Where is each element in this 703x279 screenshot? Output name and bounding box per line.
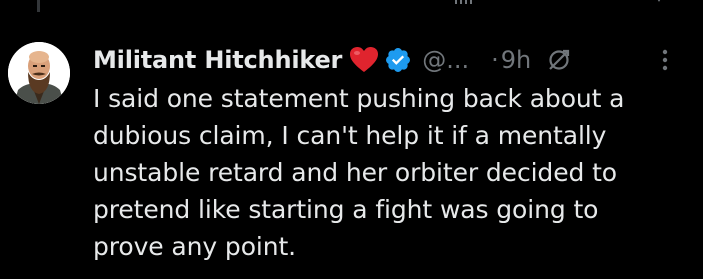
edited-pencil-icon[interactable] xyxy=(545,46,573,74)
more-options-icon[interactable] xyxy=(651,46,679,74)
tweet-text-line: pretend like starting a fight was going … xyxy=(93,195,599,224)
bookmark-icon[interactable] xyxy=(578,0,600,6)
timestamp[interactable]: 9h xyxy=(501,43,531,77)
share-icon[interactable] xyxy=(648,0,670,6)
tweet-text-line: prove any point. xyxy=(93,232,297,261)
separator-dot: · xyxy=(491,46,499,74)
tweet-text-line: I said one statement pushing back about … xyxy=(93,84,625,113)
views-icon[interactable] xyxy=(452,0,474,6)
retweet-icon[interactable] xyxy=(232,0,254,6)
tweet-text-line: unstable retard and her orbiter decided … xyxy=(93,158,617,187)
tweet-text: I said one statement pushing back about … xyxy=(93,80,693,265)
verified-badge-icon[interactable] xyxy=(384,46,412,74)
tweet-text-line: dubious claim, I can't help it if a ment… xyxy=(93,121,607,150)
previous-tweet-action-bar xyxy=(0,0,703,6)
tweet-header: Militant Hitchhiker @... · 9h xyxy=(93,40,573,80)
avatar[interactable] xyxy=(8,42,70,104)
display-name[interactable]: Militant Hitchhiker xyxy=(93,43,342,77)
user-handle[interactable]: @... xyxy=(422,43,469,77)
red-heart-emoji-icon xyxy=(349,46,379,74)
